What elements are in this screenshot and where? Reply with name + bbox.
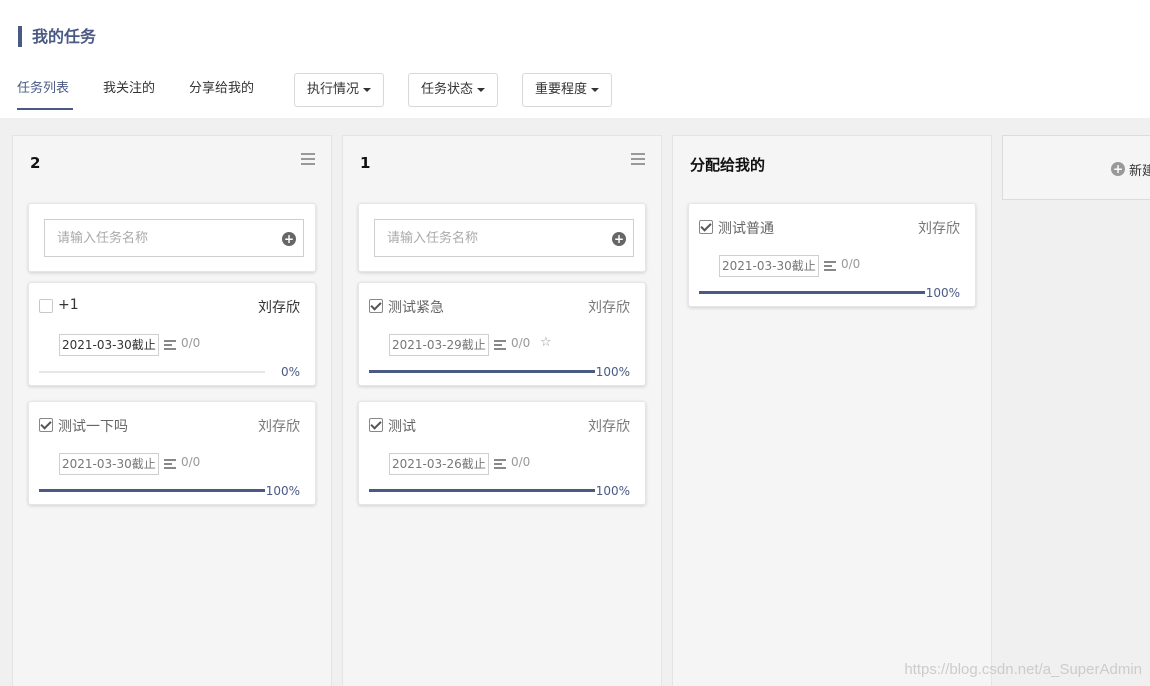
column-title: 1 bbox=[360, 154, 371, 172]
add-task-icon[interactable]: + bbox=[282, 232, 296, 246]
task-deadline: 2021-03-30截止 bbox=[719, 255, 819, 277]
new-task-card: + bbox=[358, 203, 646, 272]
progress-label: 100% bbox=[595, 484, 630, 498]
new-task-card: + bbox=[28, 203, 316, 272]
star-icon[interactable]: ☆ bbox=[540, 335, 552, 350]
task-deadline: 2021-03-29截止 bbox=[389, 334, 489, 356]
menu-icon[interactable] bbox=[301, 153, 315, 167]
kanban-column: 2 + +1 刘存欣 2021-03-30截止 0/0 0% 测试一下吗 刘存欣… bbox=[12, 135, 332, 686]
task-deadline: 2021-03-30截止 bbox=[59, 334, 159, 356]
menu-icon[interactable] bbox=[631, 153, 645, 167]
progress-bar bbox=[39, 489, 265, 492]
subtask-list-icon bbox=[164, 459, 176, 469]
task-card[interactable]: 测试一下吗 刘存欣 2021-03-30截止 0/0 100% bbox=[28, 401, 316, 505]
task-checkbox[interactable] bbox=[39, 299, 53, 313]
subtask-list-icon bbox=[164, 340, 176, 350]
task-card[interactable]: +1 刘存欣 2021-03-30截止 0/0 0% bbox=[28, 282, 316, 386]
task-assignee: 刘存欣 bbox=[588, 419, 630, 435]
tab-following[interactable]: 我关注的 bbox=[103, 80, 155, 98]
task-card[interactable]: 测试 刘存欣 2021-03-26截止 0/0 100% bbox=[358, 401, 646, 505]
task-card[interactable]: 测试普通 刘存欣 2021-03-30截止 0/0 100% bbox=[688, 203, 976, 307]
filter-execution-dropdown[interactable]: 执行情况 bbox=[294, 73, 385, 107]
header: 我的任务 任务列表 我关注的 分享给我的 执行情况 任务状态 重要程度 bbox=[0, 0, 1150, 118]
subtask-count: 0/0 bbox=[181, 455, 201, 469]
task-name: 测试 bbox=[388, 419, 416, 435]
task-checkbox[interactable] bbox=[699, 220, 713, 234]
task-checkbox[interactable] bbox=[39, 418, 53, 432]
progress-label: 0% bbox=[280, 365, 300, 379]
task-card[interactable]: 测试紧急 刘存欣 2021-03-29截止 0/0 ☆ 100% bbox=[358, 282, 646, 386]
task-assignee: 刘存欣 bbox=[918, 221, 960, 237]
progress-fill bbox=[699, 291, 925, 294]
filter-status-label: 任务状态 bbox=[421, 82, 474, 97]
task-checkbox[interactable] bbox=[369, 418, 383, 432]
new-column-button[interactable]: + 新建 bbox=[1002, 135, 1150, 200]
subtask-list-icon bbox=[494, 340, 506, 350]
add-circle-icon: + bbox=[1111, 162, 1125, 176]
task-deadline: 2021-03-30截止 bbox=[59, 453, 159, 475]
filter-status-dropdown[interactable]: 任务状态 bbox=[408, 73, 499, 107]
task-name-input[interactable] bbox=[44, 219, 304, 257]
task-assignee: 刘存欣 bbox=[258, 419, 300, 435]
progress-bar bbox=[39, 371, 265, 373]
task-deadline: 2021-03-26截止 bbox=[389, 453, 489, 475]
new-column-label: 新建 bbox=[1129, 164, 1150, 179]
task-assignee: 刘存欣 bbox=[588, 300, 630, 316]
filter-priority-dropdown[interactable]: 重要程度 bbox=[522, 73, 613, 107]
progress-fill bbox=[369, 489, 595, 492]
filter-execution-label: 执行情况 bbox=[307, 82, 360, 97]
caret-down-icon bbox=[477, 87, 486, 92]
subtask-count: 0/0 bbox=[841, 257, 861, 271]
progress-fill bbox=[39, 489, 265, 492]
progress-bar bbox=[369, 370, 595, 373]
progress-bar bbox=[699, 291, 925, 294]
task-name: 测试紧急 bbox=[388, 300, 444, 316]
tab-task-list[interactable]: 任务列表 bbox=[17, 80, 69, 98]
filter-priority-label: 重要程度 bbox=[535, 82, 588, 97]
caret-down-icon bbox=[363, 87, 372, 92]
progress-bar bbox=[369, 489, 595, 492]
column-title: 分配给我的 bbox=[690, 156, 766, 174]
active-tab-indicator bbox=[17, 108, 73, 110]
kanban-column: 分配给我的 测试普通 刘存欣 2021-03-30截止 0/0 100% bbox=[672, 135, 992, 686]
tab-shared-with-me[interactable]: 分享给我的 bbox=[189, 80, 254, 98]
page-title: 我的任务 bbox=[18, 26, 96, 47]
subtask-list-icon bbox=[494, 459, 506, 469]
progress-label: 100% bbox=[595, 365, 630, 379]
add-task-icon[interactable]: + bbox=[612, 232, 626, 246]
task-name-input[interactable] bbox=[374, 219, 634, 257]
column-title: 2 bbox=[30, 154, 41, 172]
task-assignee: 刘存欣 bbox=[258, 300, 300, 316]
progress-label: 100% bbox=[925, 286, 960, 300]
task-checkbox[interactable] bbox=[369, 299, 383, 313]
progress-label: 100% bbox=[265, 484, 300, 498]
subtask-count: 0/0 bbox=[181, 336, 201, 350]
task-name: 测试一下吗 bbox=[58, 419, 128, 435]
kanban-column: 1 + 测试紧急 刘存欣 2021-03-29截止 0/0 ☆ 100% 测试 … bbox=[342, 135, 662, 686]
caret-down-icon bbox=[591, 87, 600, 92]
subtask-count: 0/0 bbox=[511, 455, 531, 469]
task-name: 测试普通 bbox=[718, 221, 774, 237]
subtask-count: 0/0 bbox=[511, 336, 531, 350]
watermark: https://blog.csdn.net/a_SuperAdmin bbox=[904, 661, 1142, 678]
task-name: +1 bbox=[58, 297, 79, 313]
progress-fill bbox=[369, 370, 595, 373]
subtask-list-icon bbox=[824, 261, 836, 271]
